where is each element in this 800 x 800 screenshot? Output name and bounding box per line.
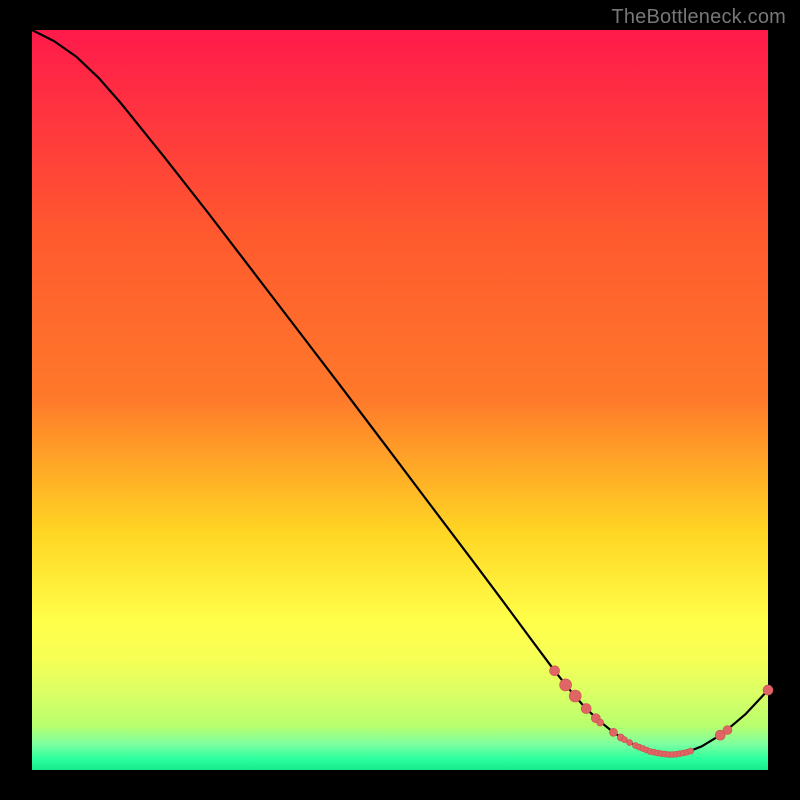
data-point bbox=[723, 726, 732, 735]
plot-background bbox=[32, 30, 768, 770]
data-point bbox=[569, 690, 581, 702]
data-point bbox=[560, 679, 572, 691]
data-point bbox=[550, 666, 560, 676]
chart-stage: TheBottleneck.com bbox=[0, 0, 800, 800]
data-point bbox=[688, 748, 694, 754]
data-point bbox=[609, 728, 617, 736]
data-point bbox=[763, 685, 773, 695]
data-point bbox=[627, 740, 633, 746]
data-point bbox=[597, 719, 604, 726]
bottleneck-chart bbox=[0, 0, 800, 800]
data-point bbox=[581, 704, 591, 714]
